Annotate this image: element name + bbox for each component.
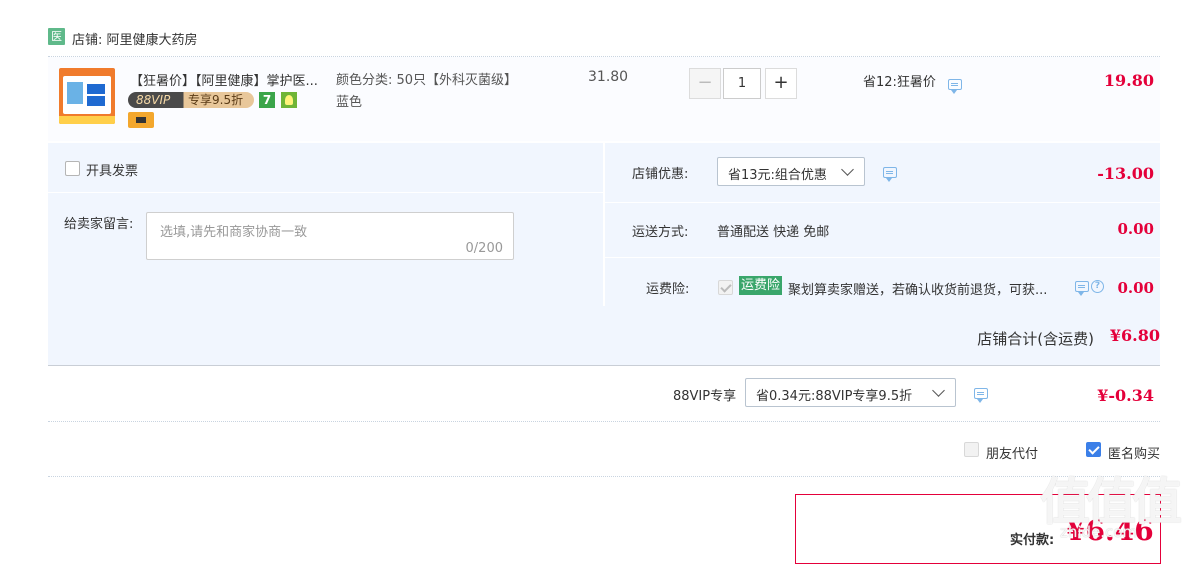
decrease-quantity-button[interactable]: −	[689, 68, 721, 99]
divider	[605, 257, 1160, 258]
shipping-method: 普通配送 快递 免邮	[717, 225, 830, 240]
product-title[interactable]: 【狂暑价】【阿里健康】掌护医...	[130, 70, 330, 89]
insurance-amount: 0.00	[1117, 279, 1154, 297]
product-sku: 颜色分类: 50只【外科灭菌级】 蓝色	[336, 70, 517, 114]
discount-amount: -13.00	[1097, 164, 1154, 183]
store-total-label: 店铺合计(含运费)	[977, 330, 1094, 348]
vip-tag-label: 88VIP	[136, 93, 171, 107]
vip-discount-select[interactable]: 省0.34元:88VIP专享9.5折	[745, 378, 956, 407]
shipping-label: 运送方式:	[632, 225, 689, 240]
item-promo-label: 省12:狂暑价	[863, 75, 936, 90]
help-icon[interactable]: ?	[1091, 280, 1104, 293]
friend-pay-checkbox[interactable]	[964, 442, 979, 457]
watermark-url: zhide.com	[1060, 523, 1138, 541]
vip-discount-amount: ¥-0.34	[1097, 386, 1154, 405]
insurance-label: 运费险:	[646, 282, 690, 297]
invoice-checkbox[interactable]	[65, 161, 80, 176]
anonymous-label[interactable]: 匿名购买	[1108, 443, 1160, 462]
sku-color: 蓝色	[336, 95, 363, 110]
friend-pay-label[interactable]: 朋友代付	[986, 443, 1038, 462]
message-placeholder: 选填,请先和商家协商一致	[160, 225, 308, 240]
seven-day-return-icon: 7	[259, 92, 275, 108]
store-total-amount: ¥6.80	[1109, 326, 1160, 345]
anonymous-checkbox[interactable]	[1086, 442, 1101, 457]
unit-price: 31.80	[588, 69, 629, 85]
chat-icon[interactable]	[974, 388, 988, 403]
quantity-input[interactable]: 1	[723, 68, 761, 99]
insurance-description: 聚划算卖家赠送，若确认收货前退货，可获...	[788, 283, 1048, 298]
item-price: 19.80	[1103, 71, 1154, 90]
service-leaf-icon	[281, 92, 297, 108]
vip-tag-discount: 专享9.5折	[188, 93, 244, 107]
message-textarea[interactable]: 选填,请先和商家协商一致 0/200	[146, 212, 514, 260]
message-label: 给卖家留言:	[64, 217, 134, 232]
message-char-count: 0/200	[465, 241, 503, 256]
divider	[48, 365, 1160, 366]
insurance-tag: 运费险	[739, 276, 783, 295]
divider	[48, 192, 603, 193]
chevron-down-icon	[932, 384, 945, 397]
product-thumbnail[interactable]	[59, 68, 115, 124]
store-name[interactable]: 店铺: 阿里健康大药房	[72, 29, 198, 48]
vip-select-value: 省0.34元:88VIP专享9.5折	[756, 389, 913, 404]
sku-spec: 颜色分类: 50只【外科灭菌级】	[336, 73, 518, 88]
vip-discount-tag: 88VIP 专享9.5折	[128, 92, 254, 108]
discount-select[interactable]: 省13元:组合优惠	[717, 157, 865, 186]
chat-icon[interactable]	[948, 79, 962, 94]
discount-label: 店铺优惠:	[632, 167, 689, 182]
vip-label: 88VIP专享	[673, 389, 737, 404]
chat-icon[interactable]	[1075, 281, 1089, 296]
invoice-label[interactable]: 开具发票	[86, 160, 138, 179]
increase-quantity-button[interactable]: +	[765, 68, 797, 99]
store-badge: 医	[48, 28, 65, 45]
chat-icon[interactable]	[883, 167, 897, 182]
discount-select-value: 省13元:组合优惠	[728, 168, 827, 183]
chevron-down-icon	[841, 163, 854, 176]
divider	[48, 476, 1160, 477]
divider	[605, 202, 1160, 203]
insurance-checkbox	[718, 280, 733, 295]
divider	[48, 421, 1160, 422]
shipping-amount: 0.00	[1117, 220, 1154, 238]
credit-card-icon	[128, 112, 154, 128]
